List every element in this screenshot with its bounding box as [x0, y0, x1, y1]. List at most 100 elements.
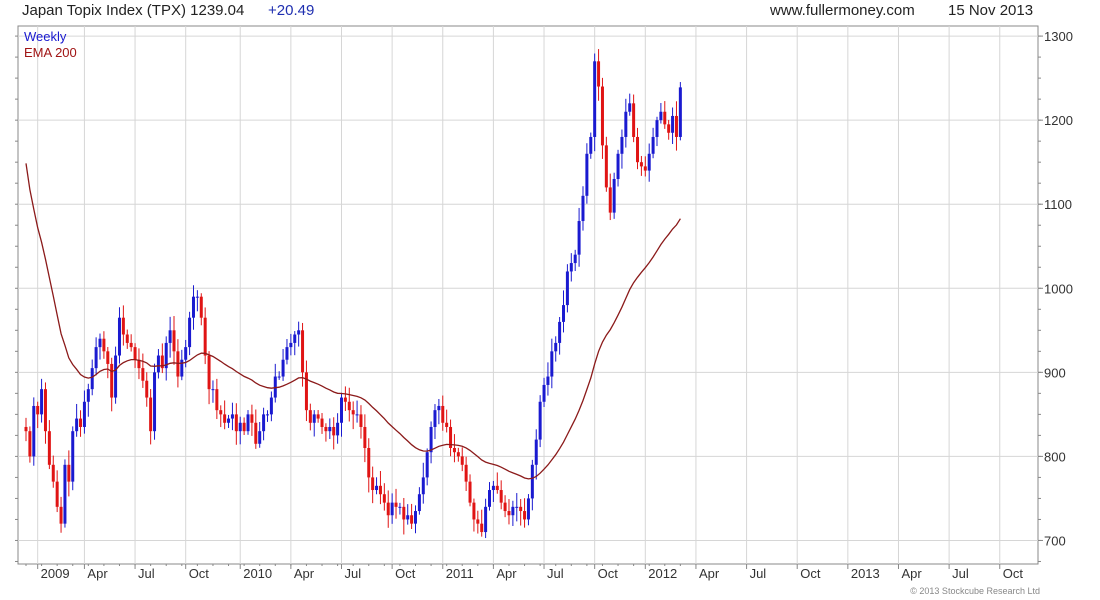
candle-up — [659, 111, 663, 121]
candle-up — [153, 372, 157, 432]
candle-down — [476, 519, 480, 524]
candle-down — [332, 426, 336, 436]
candle-down — [460, 456, 464, 465]
candle-down — [359, 414, 363, 427]
candle-down — [207, 355, 211, 390]
candle-down — [43, 389, 47, 432]
candle-up — [581, 195, 585, 222]
candle-up — [565, 271, 569, 306]
candle-up — [355, 414, 359, 416]
candle-down — [51, 464, 55, 482]
candle-up — [671, 115, 675, 133]
x-tick-label: Oct — [189, 566, 210, 581]
y-tick-label: 700 — [1044, 533, 1066, 548]
candle-up — [90, 368, 94, 390]
candle-up — [191, 296, 195, 318]
candle-down — [363, 426, 367, 448]
candle-down — [636, 136, 640, 163]
x-tick-label: Apr — [699, 566, 720, 581]
candle-down — [495, 485, 499, 491]
candle-up — [156, 355, 160, 373]
candle-up — [678, 87, 682, 137]
candle-down — [347, 401, 351, 411]
candle-up — [328, 426, 332, 432]
candle-up — [577, 221, 581, 255]
candle-up — [227, 418, 231, 423]
candle-down — [141, 368, 145, 381]
candle-up — [230, 414, 234, 419]
candle-up — [82, 401, 86, 427]
candle-down — [304, 372, 308, 411]
candle-up — [281, 359, 285, 377]
y-tick-label: 1000 — [1044, 281, 1073, 296]
candle-up — [620, 136, 624, 154]
candle-down — [250, 414, 254, 423]
candle-down — [367, 447, 371, 478]
candle-down — [223, 414, 227, 423]
candle-up — [558, 321, 562, 343]
candle-down — [402, 506, 406, 520]
candle-down — [394, 502, 398, 507]
candle-up — [589, 136, 593, 154]
candle-up — [289, 342, 293, 348]
candle-up — [285, 347, 289, 360]
candle-down — [639, 162, 643, 167]
candle-up — [114, 355, 118, 398]
candle-down — [203, 317, 207, 356]
candle-up — [562, 305, 566, 322]
candle-up — [262, 414, 266, 432]
candle-down — [600, 86, 604, 146]
candle-up — [63, 464, 67, 524]
legend-weekly: Weekly — [24, 29, 67, 44]
candle-down — [215, 389, 219, 411]
candle-down — [301, 330, 305, 373]
candle-up — [406, 515, 410, 520]
candle-up — [538, 401, 542, 440]
candle-up — [414, 511, 417, 524]
y-tick-label: 1200 — [1044, 113, 1073, 128]
candle-down — [102, 338, 106, 352]
candle-up — [246, 414, 250, 432]
candle-up — [184, 347, 188, 360]
candle-up — [297, 330, 301, 335]
candle-down — [254, 422, 258, 444]
candle-up — [511, 506, 515, 516]
candle-up — [417, 494, 421, 512]
candle-up — [211, 389, 215, 391]
candle-up — [269, 397, 273, 415]
candle-up — [277, 376, 281, 378]
candle-down — [242, 422, 246, 432]
candle-down — [59, 506, 63, 524]
candle-up — [616, 153, 620, 179]
plot-area — [17, 25, 1039, 565]
candle-down — [36, 405, 40, 415]
candle-up — [195, 296, 199, 298]
candle-down — [371, 477, 375, 491]
candle-down — [445, 422, 449, 427]
x-tick-label: 2010 — [243, 566, 272, 581]
candle-up — [71, 431, 75, 482]
candle-up — [526, 498, 530, 520]
candle-up — [433, 410, 437, 427]
candle-up — [554, 342, 558, 352]
candle-up — [390, 502, 394, 516]
candle-up — [585, 153, 589, 196]
candle-up — [180, 359, 184, 377]
candle-up — [238, 422, 242, 432]
candle-down — [79, 418, 83, 427]
candle-up — [398, 506, 402, 508]
candle-up — [421, 477, 425, 495]
candle-down — [106, 351, 110, 364]
candle-down — [456, 452, 460, 457]
candle-down — [464, 464, 468, 482]
candle-down — [125, 334, 129, 343]
x-tick-label: Oct — [395, 566, 416, 581]
candle-up — [569, 263, 573, 272]
candle-up — [312, 414, 316, 423]
candle-down — [667, 124, 671, 133]
candle-up — [491, 485, 495, 491]
candle-up — [94, 347, 98, 369]
candle-up — [32, 405, 36, 457]
candle-up — [40, 389, 44, 415]
candle-up — [628, 103, 632, 112]
